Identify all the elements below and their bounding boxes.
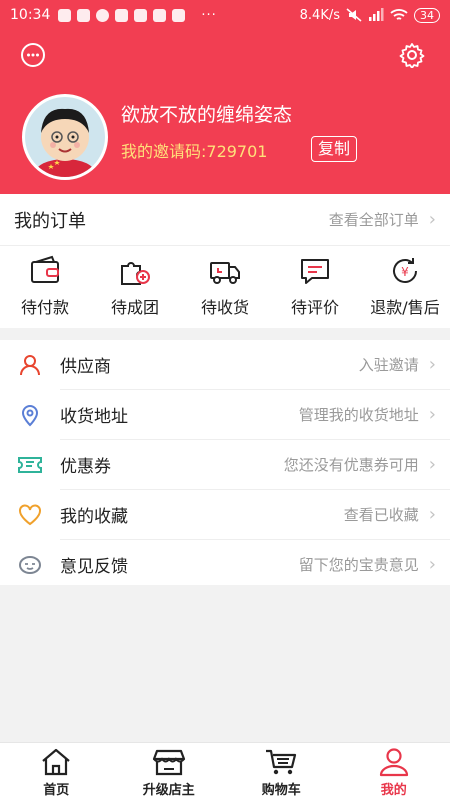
menu-item-supplier[interactable]: 供应商 入驻邀请 › [0, 340, 450, 389]
notification-icon [115, 8, 129, 22]
menu-item-hint: 查看已收藏 [343, 506, 419, 524]
orders-title: 我的订单 [14, 210, 86, 232]
avatar-cartoon-image [25, 97, 105, 177]
tab-home[interactable]: 首页 [11, 743, 101, 800]
feedback-icon [16, 551, 44, 579]
refund-icon: ¥ [393, 258, 417, 283]
notification-icon [172, 8, 186, 22]
notification-icon [153, 8, 167, 22]
cart-icon [266, 749, 297, 775]
menu-item-favorites[interactable]: 我的收藏 查看已收藏 › [0, 490, 450, 539]
home-icon [42, 748, 70, 776]
notification-icon [96, 8, 110, 22]
view-all-orders-label: 查看全部订单 [328, 211, 419, 229]
signal-icon [369, 8, 384, 21]
notification-icons [58, 8, 186, 22]
tab-cart[interactable]: 购物车 [236, 743, 326, 800]
order-item-label: 待评价 [290, 298, 339, 317]
svg-text:¥: ¥ [401, 265, 409, 279]
invite-code: 我的邀请码:729701 [121, 142, 268, 161]
service-menu: 供应商 入驻邀请 › 收货地址 管理我的收货地址 › 优惠券 您还没有优惠券可用 › … [0, 340, 450, 585]
avatar[interactable] [22, 94, 108, 180]
comment-icon [301, 259, 329, 284]
orders-section: 我的订单 查看全部订单 › 待付款 待成团 待收货 待评价 ¥ 退款/售后 [0, 194, 450, 328]
chat-bubble-icon [21, 43, 45, 67]
profile-icon [379, 748, 408, 777]
chevron-right-icon: › [428, 504, 436, 525]
order-pending-review[interactable]: 待评价 [270, 254, 360, 318]
order-refund[interactable]: ¥ 退款/售后 [360, 254, 450, 318]
order-pending-payment[interactable]: 待付款 [0, 254, 90, 318]
more-notifications: ··· [201, 7, 217, 23]
network-speed: 8.4K/s [299, 7, 340, 23]
tab-upgrade-store[interactable]: 升级店主 [124, 743, 214, 800]
menu-item-coupons[interactable]: 优惠券 您还没有优惠券可用 › [0, 440, 450, 489]
view-all-orders-link[interactable]: 查看全部订单 › [329, 209, 436, 230]
user-icon [16, 351, 44, 379]
menu-item-title: 供应商 [60, 357, 111, 377]
battery-indicator: 34 [414, 7, 440, 23]
order-pending-delivery[interactable]: 待收货 [180, 254, 270, 318]
orders-header: 我的订单 查看全部订单 › [0, 194, 450, 246]
order-item-label: 退款/售后 [370, 298, 440, 317]
status-time: 10:34 [10, 7, 51, 23]
wallet-icon [31, 255, 59, 283]
chevron-right-icon: › [428, 404, 436, 425]
menu-item-feedback[interactable]: 意见反馈 留下您的宝贵意见 › [0, 540, 450, 589]
wifi-icon [390, 9, 408, 20]
order-item-label: 待付款 [20, 298, 69, 317]
location-icon [16, 401, 44, 429]
menu-item-title: 优惠券 [60, 457, 111, 477]
status-bar: 10:34 ··· 8.4K/s 34 [0, 0, 450, 30]
chevron-right-icon: › [428, 209, 436, 230]
menu-item-hint: 您还没有优惠券可用 [283, 456, 419, 474]
tab-label: 购物车 [261, 783, 301, 798]
menu-item-hint: 入驻邀请 [358, 356, 419, 374]
menu-item-title: 意见反馈 [60, 557, 128, 577]
bottom-tab-bar: 首页 升级店主 购物车 我的 [0, 742, 450, 800]
group-puzzle-icon [121, 262, 150, 285]
profile-header: 欲放不放的缠绵姿态 我的邀请码:729701 复制 [0, 30, 450, 194]
tab-mine[interactable]: 我的 [349, 743, 439, 800]
copy-invite-button[interactable]: 复制 [311, 136, 358, 162]
user-nickname: 欲放不放的缠绵姿态 [121, 104, 293, 126]
menu-item-address[interactable]: 收货地址 管理我的收货地址 › [0, 390, 450, 439]
message-button[interactable] [18, 40, 48, 70]
notification-icon [58, 8, 72, 22]
order-status-row: 待付款 待成团 待收货 待评价 ¥ 退款/售后 [0, 246, 450, 318]
menu-item-title: 收货地址 [60, 407, 128, 427]
menu-item-hint: 管理我的收货地址 [298, 406, 419, 424]
notification-icon [134, 8, 148, 22]
order-pending-group[interactable]: 待成团 [90, 254, 180, 318]
gear-icon [399, 43, 425, 68]
order-item-label: 待成团 [110, 298, 159, 317]
menu-item-title: 我的收藏 [60, 507, 128, 527]
settings-button[interactable] [397, 40, 427, 70]
truck-icon [210, 262, 240, 284]
chevron-right-icon: › [428, 454, 436, 475]
tab-label: 升级店主 [142, 783, 195, 798]
tab-label: 我的 [380, 783, 407, 798]
store-icon [152, 749, 185, 776]
mute-icon [346, 8, 362, 22]
chevron-right-icon: › [428, 554, 436, 575]
heart-icon [16, 501, 44, 529]
chevron-right-icon: › [428, 354, 436, 375]
order-item-label: 待收货 [200, 298, 249, 317]
ticket-icon [16, 451, 44, 479]
menu-item-hint: 留下您的宝贵意见 [298, 556, 419, 574]
tab-label: 首页 [43, 783, 70, 798]
notification-icon [77, 8, 91, 22]
